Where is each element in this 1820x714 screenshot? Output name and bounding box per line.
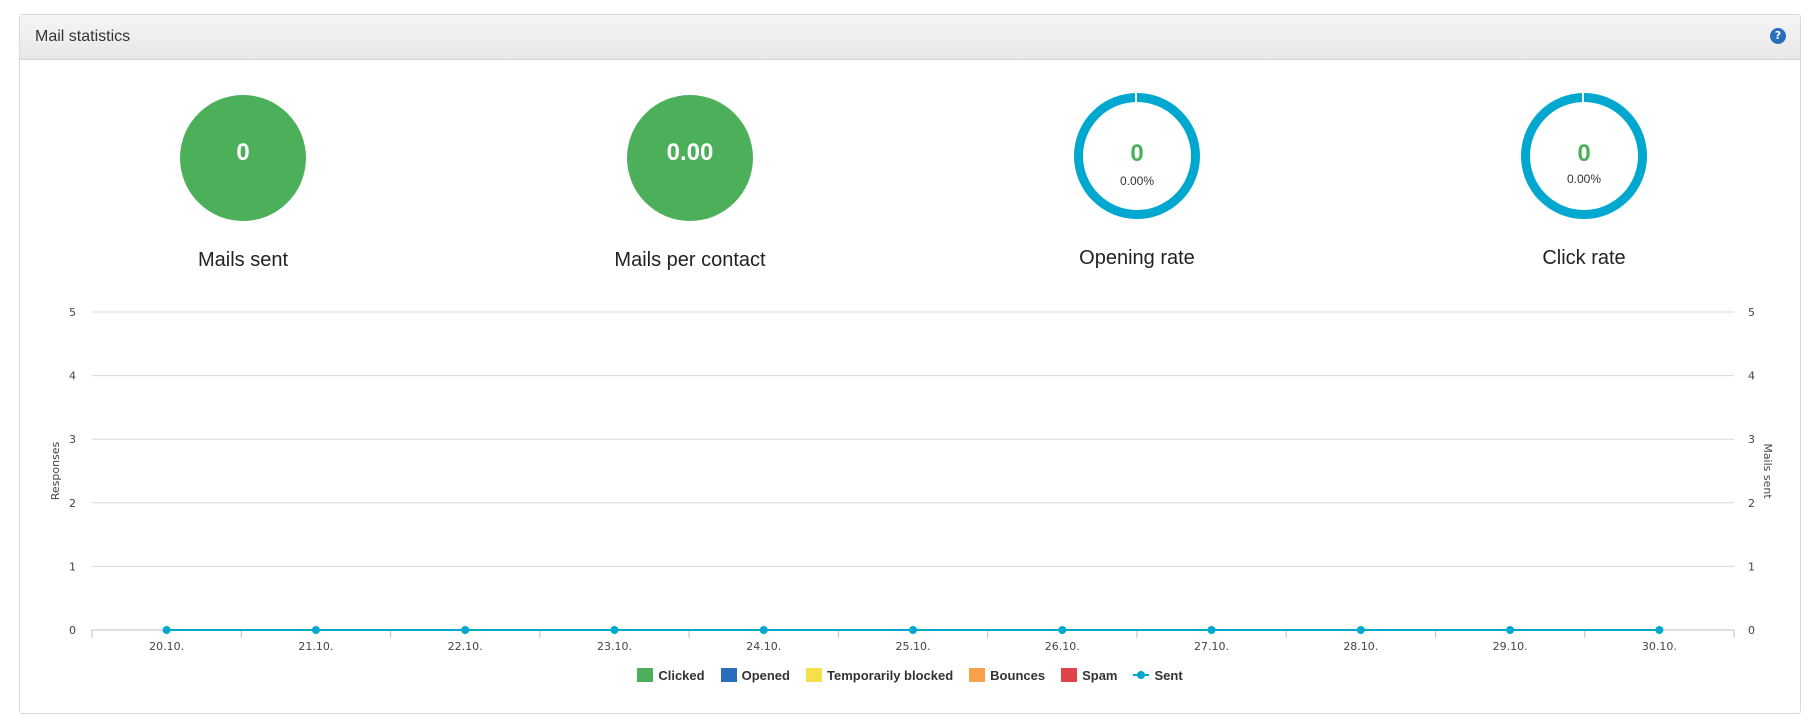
kpi-mails-sent: 0 Mails sent — [93, 95, 393, 272]
sent-point — [1655, 626, 1664, 634]
kpi-value: 0 — [1577, 140, 1591, 167]
legend-item-temporarily-blocked[interactable]: Temporarily blocked — [805, 668, 954, 684]
panel-header: Mail statistics ? — [20, 15, 1800, 60]
x-tick-label: 21.10. — [298, 640, 333, 653]
panel-title: Mail statistics — [35, 28, 131, 45]
legend-item-spam[interactable]: Spam — [1061, 668, 1117, 683]
legend-swatch — [637, 668, 654, 683]
y2-tick-label: 4 — [1748, 370, 1755, 383]
mail-chart: 0 0 1 1 2 2 3 3 4 4 5 5 Responses Mails sent 20.10. 21.… — [49, 306, 1774, 653]
sent-point — [759, 626, 768, 634]
legend-swatch — [969, 668, 986, 683]
legend-swatch — [720, 668, 737, 683]
ring-notch — [1582, 93, 1584, 102]
kpi-value: 0 — [1130, 140, 1144, 167]
sent-point — [1506, 626, 1515, 634]
sent-point — [1058, 626, 1067, 634]
legend-label: Sent — [1154, 668, 1183, 684]
x-tick-label: 28.10. — [1343, 640, 1378, 653]
legend-swatch — [1061, 668, 1078, 683]
kpi-value: 0.00 — [666, 139, 714, 166]
kpi-value: 0 — [236, 139, 250, 166]
ring-notch — [1135, 93, 1137, 102]
x-tick-label: 23.10. — [597, 640, 632, 653]
sent-point — [909, 626, 917, 634]
legend-label: Bounces — [990, 668, 1046, 684]
sent-point — [610, 626, 619, 634]
x-tick-label: 25.10. — [896, 640, 931, 653]
kpi-label: Opening rate — [1079, 247, 1195, 269]
legend-label: Opened — [741, 668, 790, 684]
x-tick-label: 20.10. — [149, 640, 184, 653]
y2-axis-title: Mails sent — [1761, 443, 1774, 499]
x-tick-label: 22.10. — [448, 640, 483, 653]
chart-legend: Clicked Opened Temporarily blocked Bounces S… — [0, 667, 1820, 683]
legend-label: Clicked — [658, 668, 705, 684]
kpi-ring: 0 0.00% — [1521, 93, 1647, 219]
kpi-circle: 0 — [180, 95, 306, 221]
legend-item-clicked[interactable]: Clicked — [637, 668, 705, 684]
y-tick-label: 1 — [69, 560, 76, 573]
kpi-label: Mails sent — [197, 249, 289, 271]
legend-item-bounces[interactable]: Bounces — [969, 668, 1045, 683]
sent-point — [461, 626, 470, 634]
kpi-opening-rate: 0 0.00% Opening rate — [987, 93, 1287, 270]
y-tick-label: 3 — [69, 433, 76, 446]
y-tick-label: 0 — [69, 624, 76, 637]
sent-point — [1356, 626, 1365, 634]
legend-line-marker — [1133, 668, 1150, 682]
y-tick-label: 2 — [69, 497, 76, 510]
kpi-label: Mails per contact — [614, 249, 766, 271]
sent-point — [311, 626, 320, 634]
legend-label: Spam — [1082, 668, 1118, 684]
y2-tick-label: 3 — [1748, 433, 1755, 446]
y2-tick-label: 5 — [1748, 306, 1755, 319]
kpi-mails-per-contact: 0.00 Mails per contact — [540, 95, 840, 272]
kpi-label: Click rate — [1542, 247, 1626, 269]
legend-swatch — [805, 668, 822, 683]
y2-tick-label: 0 — [1748, 624, 1755, 637]
sent-point — [1207, 626, 1216, 634]
x-tick-label: 29.10. — [1493, 640, 1528, 653]
legend-item-sent[interactable]: Sent — [1133, 668, 1183, 684]
sent-point — [162, 626, 171, 634]
x-tick-label: 27.10. — [1194, 640, 1229, 653]
legend-label: Temporarily blocked — [826, 668, 954, 684]
kpi-ring: 0 0.00% — [1074, 93, 1200, 219]
kpi-percent: 0.00% — [1566, 172, 1602, 186]
y-tick-label: 4 — [69, 370, 76, 383]
x-tick-label: 24.10. — [746, 640, 781, 653]
y2-tick-label: 1 — [1748, 560, 1755, 573]
kpi-click-rate: 0 0.00% Click rate — [1434, 93, 1734, 270]
y-axis-title: Responses — [49, 441, 62, 500]
x-tick-label: 26.10. — [1045, 640, 1080, 653]
legend-item-opened[interactable]: Opened — [720, 668, 790, 684]
question-icon[interactable]: ? — [1770, 28, 1786, 44]
kpi-percent: 0.00% — [1119, 174, 1155, 188]
y-tick-label: 5 — [69, 306, 76, 319]
x-tick-label: 30.10. — [1642, 640, 1677, 653]
kpi-circle: 0.00 — [627, 95, 753, 221]
y2-tick-label: 2 — [1748, 497, 1755, 510]
